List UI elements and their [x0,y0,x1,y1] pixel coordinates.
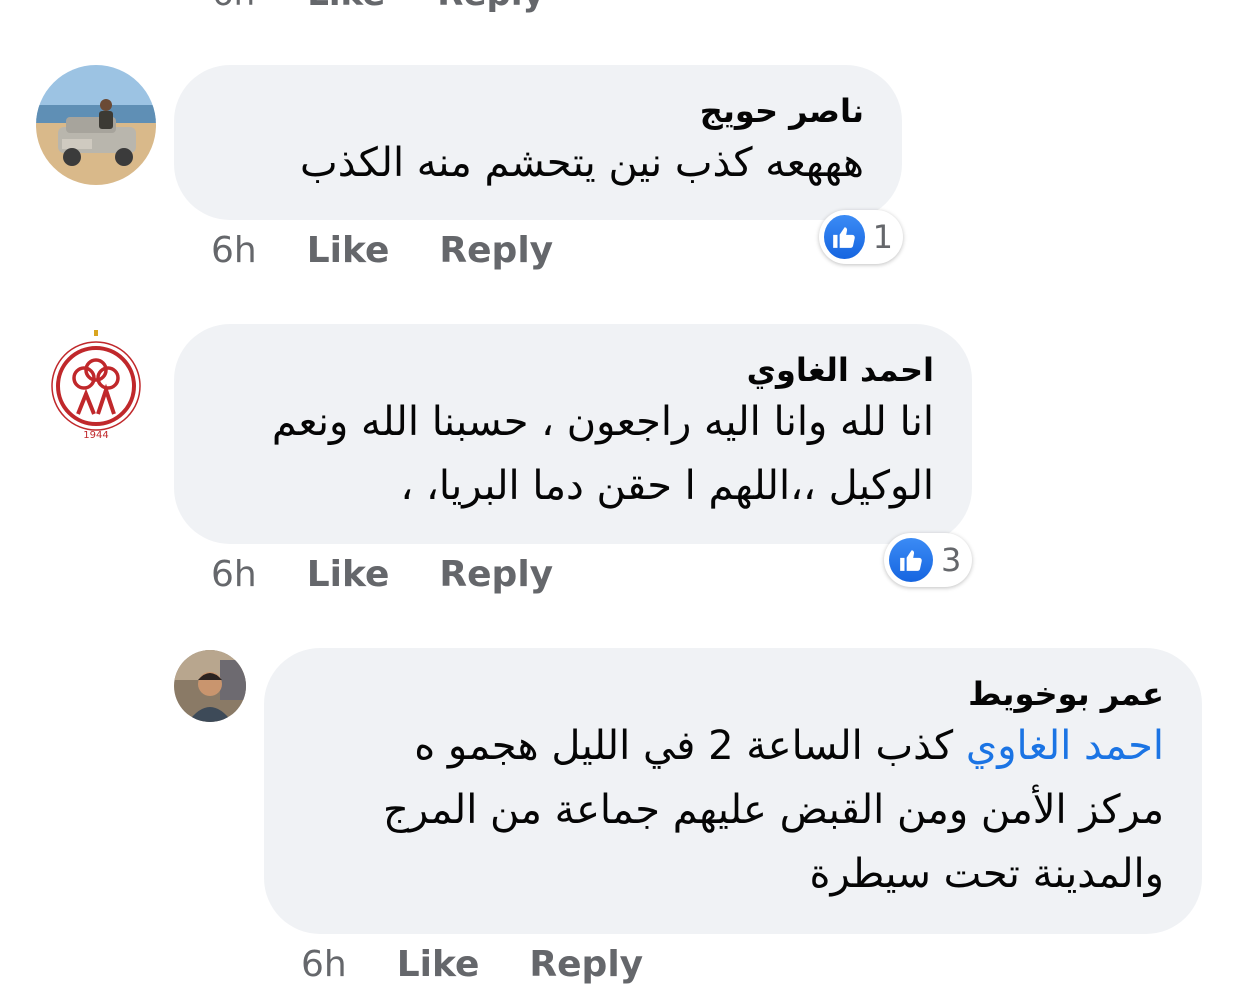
comment-text: هههعه كذب نين يتحشم منه الكذب [300,140,864,186]
club-logo-icon: 1944 [36,324,156,444]
like-reaction-icon [824,215,865,259]
profile-photo-icon [36,65,156,185]
profile-photo-icon [174,650,246,722]
comment-text-line: احمد الغاوي كذب الساعة 2 في الليل هجمو ه [302,714,1164,778]
avatar[interactable] [36,65,156,185]
comment-actions: 6h Like Reply [211,230,603,271]
like-button[interactable]: Like [307,0,385,14]
reaction-summary[interactable]: 3 [884,533,972,587]
comment-bubble: ناصر حويج هههعه كذب نين يتحشم منه الكذب [174,65,902,220]
mention-link[interactable]: احمد الغاوي [966,723,1164,769]
comment-author[interactable]: ناصر حويج [212,91,864,131]
avatar[interactable] [174,650,246,722]
svg-text:1944: 1944 [83,430,108,441]
reply-button[interactable]: Reply [439,554,553,595]
comment-bubble: احمد الغاوي انا لله وانا اليه راجعون ، ح… [174,324,972,544]
comment-text-line: انا لله وانا اليه راجعون ، حسبنا الله ون… [271,399,934,445]
reply-button[interactable]: Reply [529,944,643,985]
reaction-count: 3 [941,541,962,579]
timestamp[interactable]: 6h [211,230,257,271]
avatar[interactable]: 1944 [36,324,156,444]
comment-text: كذب الساعة 2 في الليل هجمو ه [414,723,954,769]
comment-author[interactable]: احمد الغاوي [212,350,934,390]
comments-thread: 6h Like Reply ناصر حويج هههعه كذب نين يت… [0,0,1242,999]
reaction-summary[interactable]: 1 [819,210,903,264]
comment-bubble: عمر بوخويط احمد الغاوي كذب الساعة 2 في ا… [264,648,1202,934]
like-button[interactable]: Like [307,230,390,271]
comment-text-line: مركز الأمن ومن القبض عليهم جماعة من المر… [383,787,1164,833]
comment-actions: 6h Like Reply [211,554,603,595]
like-button[interactable]: Like [397,944,480,985]
comment-author[interactable]: عمر بوخويط [302,674,1164,714]
comment-actions: 6h Like Reply [301,944,693,985]
previous-comment-actions: 6h Like Reply [212,0,545,14]
comment-text-line: الوكيل ،،اللهم ا حقن دما البريا، ، [400,463,934,509]
reaction-count: 1 [872,218,893,256]
reply-button[interactable]: Reply [439,230,553,271]
comment-text-line: والمدينة تحت سيطرة [809,851,1164,897]
like-button[interactable]: Like [307,554,390,595]
reply-button[interactable]: Reply [437,0,544,14]
timestamp[interactable]: 6h [301,944,347,985]
like-reaction-icon [889,538,933,582]
timestamp[interactable]: 6h [212,0,255,14]
timestamp[interactable]: 6h [211,554,257,595]
